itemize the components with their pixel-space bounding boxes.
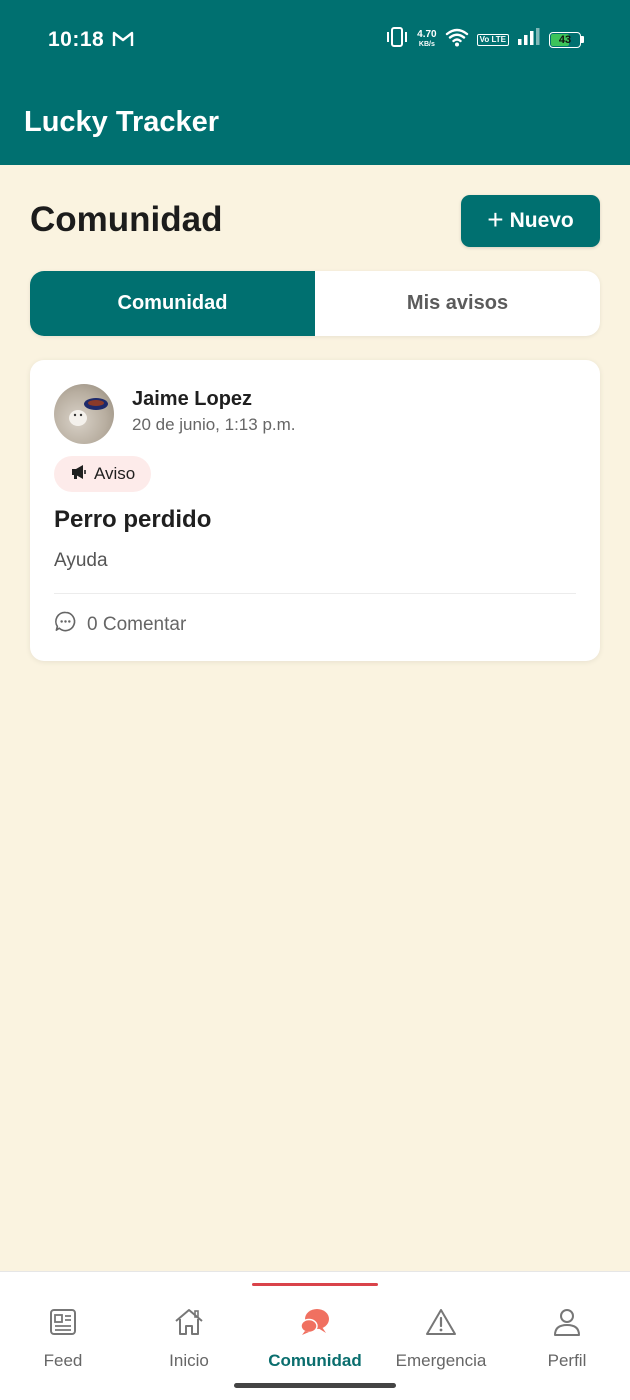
comment-button[interactable]: 0 Comentar xyxy=(54,610,186,639)
newspaper-icon xyxy=(47,1306,79,1343)
page-title: Comunidad xyxy=(30,200,223,239)
new-post-button-label: Nuevo xyxy=(509,209,574,232)
vibrate-icon xyxy=(385,26,409,53)
post-title: Perro perdido xyxy=(54,506,212,533)
tab-comunidad[interactable]: Comunidad xyxy=(30,271,315,336)
net-speed: 4.70 KB/s xyxy=(417,28,437,50)
battery-level: 43 xyxy=(558,33,572,46)
post-date: 20 de junio, 1:13 p.m. xyxy=(132,415,296,434)
home-icon xyxy=(173,1306,205,1343)
tab-mis-avisos[interactable]: Mis avisos xyxy=(315,271,600,336)
nav-label-perfil: Perfil xyxy=(547,1351,587,1370)
app-title: Lucky Tracker xyxy=(24,106,220,138)
post-type-badge-label: Aviso xyxy=(94,464,136,483)
avatar xyxy=(54,384,114,444)
post-body: Ayuda xyxy=(54,550,108,571)
nav-item-inicio[interactable]: Inicio xyxy=(126,1306,252,1371)
net-speed-value: 4.70 xyxy=(417,28,437,40)
user-icon xyxy=(551,1306,583,1343)
wifi-icon xyxy=(445,27,469,52)
new-post-button[interactable]: + Nuevo xyxy=(461,195,600,247)
nav-label-emergencia: Emergencia xyxy=(395,1351,487,1370)
status-bar: 10:18 4.70 KB/s Vo LTE 43 xyxy=(0,0,630,80)
nav-label-comunidad: Comunidad xyxy=(268,1351,362,1370)
chat-bubbles-icon xyxy=(298,1306,332,1343)
post-card[interactable]: Jaime Lopez 20 de junio, 1:13 p.m. Aviso… xyxy=(30,360,600,661)
app-bar: Lucky Tracker xyxy=(0,80,630,165)
post-author: Jaime Lopez xyxy=(132,388,253,410)
nav-item-feed[interactable]: Feed xyxy=(0,1306,126,1371)
nav-item-perfil[interactable]: Perfil xyxy=(504,1306,630,1371)
nav-item-comunidad[interactable]: Comunidad xyxy=(252,1306,378,1371)
battery-icon: 43 xyxy=(549,31,584,48)
signal-icon xyxy=(517,28,541,51)
nav-active-indicator xyxy=(252,1283,378,1286)
plus-icon: + xyxy=(487,203,504,235)
status-time: 10:18 xyxy=(48,28,105,51)
home-indicator[interactable] xyxy=(234,1383,396,1388)
bottom-nav: Feed Inicio Comunidad Emergencia Perfil xyxy=(0,1271,630,1400)
megaphone-icon xyxy=(70,464,88,485)
net-speed-unit: KB/s xyxy=(418,40,435,48)
post-type-badge: Aviso xyxy=(54,456,152,492)
status-icons: 4.70 KB/s Vo LTE 43 xyxy=(385,26,584,53)
volte-badge: Vo LTE xyxy=(476,33,509,46)
nav-label-feed: Feed xyxy=(43,1351,83,1370)
comment-label: 0 Comentar xyxy=(87,613,187,635)
warning-icon xyxy=(425,1306,457,1343)
gmail-icon xyxy=(112,30,134,53)
nav-item-emergencia[interactable]: Emergencia xyxy=(378,1306,504,1371)
comment-icon xyxy=(54,610,77,639)
nav-label-inicio: Inicio xyxy=(169,1351,209,1370)
tab-bar: Comunidad Mis avisos xyxy=(30,271,600,336)
divider xyxy=(54,593,576,594)
